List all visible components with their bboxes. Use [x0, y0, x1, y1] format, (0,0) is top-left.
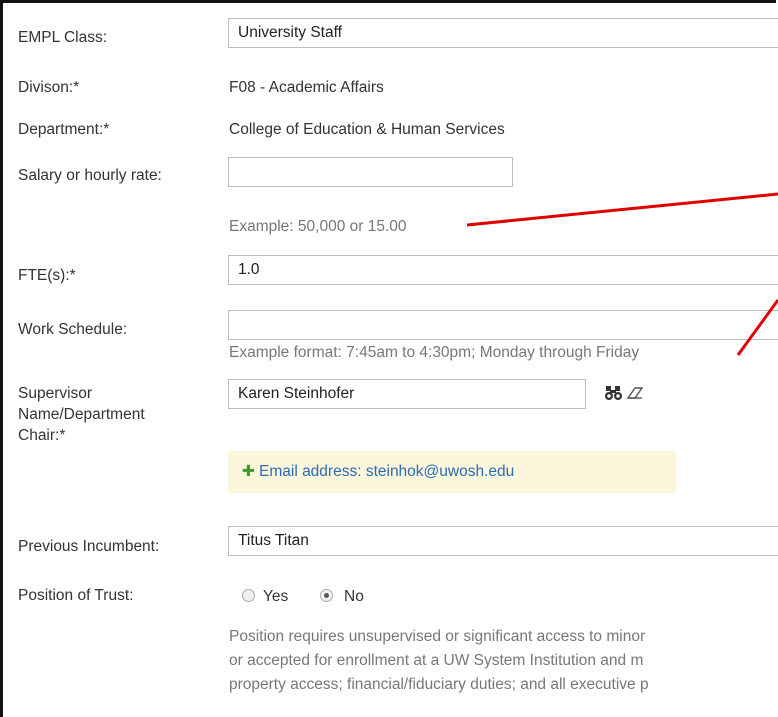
- annotation-arrows: [466, 192, 778, 356]
- annotation-arrow-salary: [466, 192, 778, 227]
- annotation-arrow-schedule: [736, 299, 778, 356]
